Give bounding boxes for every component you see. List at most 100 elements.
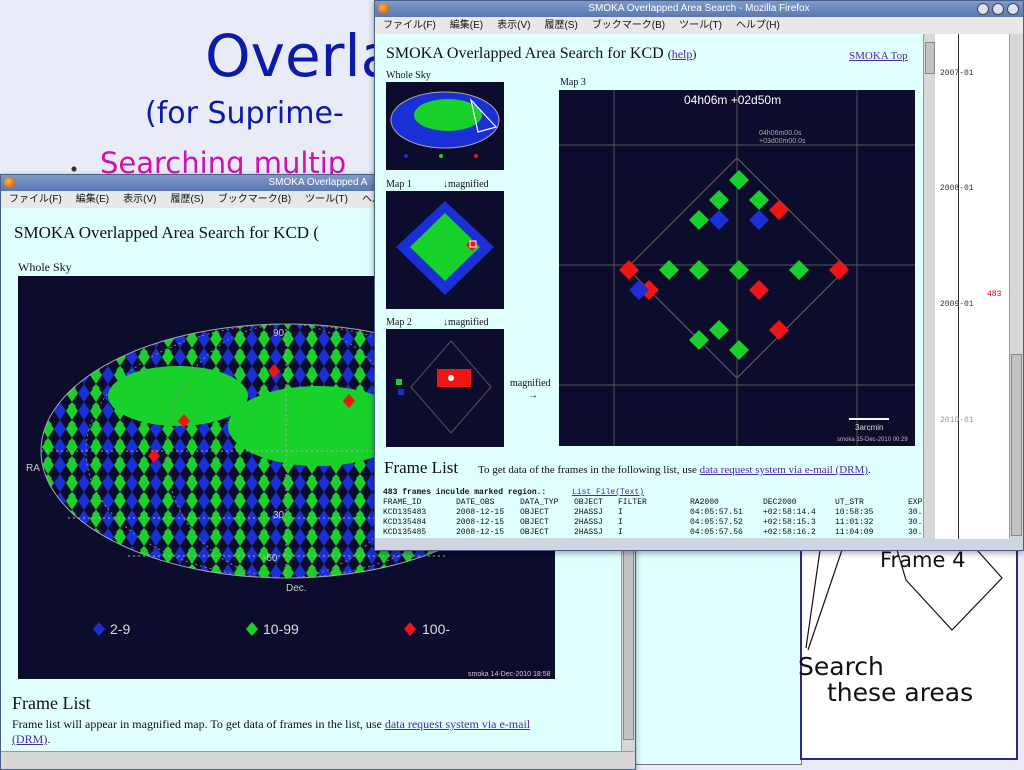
timeline-scrollbar[interactable] — [1009, 34, 1023, 538]
legend-swatch-red — [404, 622, 416, 636]
map2-panel[interactable] — [386, 329, 504, 447]
front-drm-link[interactable]: data request system via e-mail (DRM) — [700, 464, 868, 476]
table-cell: I — [618, 518, 623, 527]
column-header: OBJECT — [574, 498, 603, 507]
timeline-2010: 2010-01 — [940, 416, 974, 425]
axis-label-minus60: -60 — [263, 553, 278, 564]
minimize-icon[interactable] — [977, 3, 989, 15]
legend-100: 100- — [422, 621, 450, 637]
table-cell: 04:05:57.56 — [690, 528, 743, 537]
back-window-title: SMOKA Overlapped A — [268, 177, 368, 188]
table-row: KCD135485 2008-12-15 OBJECT 2HASSJ I 04:05:57… — [383, 528, 923, 538]
table-cell: 04:05:57.51 — [690, 508, 743, 517]
menu-edit[interactable]: 編集(E) — [76, 191, 109, 208]
table-cell: 2008-12-15 — [456, 528, 505, 537]
table-cell: 2008-12-15 — [456, 508, 505, 517]
axis-label-ra: RA — [26, 463, 40, 474]
column-header: RA2000 — [690, 498, 719, 507]
front-page-title-text: SMOKA Overlapped Area Search for KCD — [386, 45, 664, 62]
front-browser-window[interactable]: SMOKA Overlapped Area Search - Mozilla F… — [374, 0, 1024, 551]
smoka-top-link[interactable]: SMOKA Top — [849, 50, 908, 62]
menu-view[interactable]: 表示(V) — [123, 191, 156, 208]
table-cell: 2HASSJ — [574, 518, 603, 527]
map1-plot — [396, 201, 494, 295]
front-page-content: SMOKA Overlapped Area Search for KCD (he… — [375, 34, 923, 538]
map3-small-ra: 04h06m00.0s — [759, 130, 802, 137]
map1-panel[interactable] — [386, 191, 504, 309]
table-row: KCD135483 2008-12-15 OBJECT 2HASSJ I 04:05:57… — [383, 508, 923, 518]
map3-credit: smoka 15-Dec-2010 00:29 — [837, 437, 908, 443]
table-cell: 11:04:09 — [835, 528, 874, 537]
table-cell: 2HASSJ — [574, 528, 603, 537]
table-cell: I — [618, 508, 623, 517]
map3-panel[interactable]: 04h06m +02d50m 04h06m00.0s +03d00m00.0s … — [559, 90, 915, 446]
front-frame-list-text: To get data of the frames in the followi… — [478, 464, 871, 476]
map3-magnified: magnified — [510, 378, 551, 389]
help-link[interactable]: help — [672, 47, 693, 61]
scale-label: 3arcmin — [855, 423, 883, 432]
map3-plot: 04h06m +02d50m 04h06m00.0s +03d00m00.0s … — [559, 90, 915, 446]
slide-subtitle: (for Suprime- — [145, 96, 344, 131]
list-file-link[interactable]: List File(Text) — [572, 488, 644, 497]
map2-plot — [396, 340, 492, 434]
axis-label-dec: Dec. — [286, 583, 307, 594]
back-horizontal-scrollbar[interactable] — [1, 751, 634, 769]
table-cell: KCD135484 — [383, 518, 427, 527]
front-frame-list-heading: Frame List — [384, 458, 459, 477]
menu-view[interactable]: 表示(V) — [497, 17, 530, 34]
table-cell: 04:05:57.52 — [690, 518, 743, 527]
table-cell: OBJECT — [520, 518, 549, 527]
front-whole-sky-thumb[interactable] — [386, 82, 504, 170]
frame-4-label: Frame 4 — [880, 548, 966, 572]
timeline-scroll-thumb[interactable] — [1011, 354, 1022, 536]
column-header: FILTER — [618, 498, 647, 507]
back-frame-list-heading: Frame List — [12, 693, 91, 713]
table-cell: +02:58:14.4 — [763, 508, 816, 517]
menu-tools[interactable]: ツール(T) — [679, 17, 722, 34]
table-cell: 2008-12-15 — [456, 518, 505, 527]
menu-bookmarks[interactable]: ブックマーク(B) — [218, 191, 291, 208]
table-cell: KCD135483 — [383, 508, 427, 517]
column-header: FRAME_ID — [383, 498, 422, 507]
maximize-icon[interactable] — [992, 3, 1004, 15]
front-window-titlebar[interactable]: SMOKA Overlapped Area Search - Mozilla F… — [375, 1, 1023, 17]
front-frame-list-desc: To get data of the frames in the followi… — [478, 464, 700, 476]
menu-file[interactable]: ファイル(F) — [383, 17, 436, 34]
table-cell: 30. — [908, 528, 923, 537]
legend-10-99: 10-99 — [263, 621, 299, 637]
close-icon[interactable] — [1007, 3, 1019, 15]
front-menubar: ファイル(F) 編集(E) 表示(V) 履歴(S) ブックマーク(B) ツール(… — [375, 17, 1023, 34]
table-cell: +02:58:16.2 — [763, 528, 816, 537]
map1-magnified: ↓magnified — [443, 179, 489, 190]
column-header: UT_STR — [835, 498, 864, 507]
menu-history[interactable]: 履歴(S) — [544, 17, 577, 34]
table-cell: +02:58:15.3 — [763, 518, 816, 527]
whole-sky-label: Whole Sky — [18, 260, 72, 274]
axis-label-90: 90 — [273, 328, 285, 339]
frame-table-header: FRAME_ID DATE_OBS DATA_TYP OBJECT FILTER RA20… — [383, 498, 923, 508]
table-row: KCD135484 2008-12-15 OBJECT 2HASSJ I 04:05:57… — [383, 518, 923, 528]
column-header: EXP — [908, 498, 923, 507]
map3-label: Map 3 — [560, 77, 586, 88]
search-label: Search — [798, 652, 884, 681]
frame-table: FRAME_ID DATE_OBS DATA_TYP OBJECT FILTER RA20… — [383, 498, 923, 538]
menu-edit[interactable]: 編集(E) — [450, 17, 483, 34]
back-drm-link[interactable]: data request system via e-mail — [385, 717, 530, 731]
menu-history[interactable]: 履歴(S) — [170, 191, 203, 208]
timeline-2008: 2008-01 — [940, 184, 974, 193]
table-cell: OBJECT — [520, 528, 549, 537]
menu-file[interactable]: ファイル(F) — [9, 191, 62, 208]
legend-swatch-blue — [93, 622, 105, 636]
front-scroll-thumb[interactable] — [925, 42, 935, 74]
table-cell: 2HASSJ — [574, 508, 603, 517]
front-window-title: SMOKA Overlapped Area Search - Mozilla F… — [588, 3, 810, 14]
back-page-title: SMOKA Overlapped Area Search for KCD ( — [14, 223, 319, 242]
menu-help[interactable]: ヘルプ(H) — [736, 17, 780, 34]
whole-sky-thumb-plot — [390, 91, 500, 158]
menu-bookmarks[interactable]: ブックマーク(B) — [592, 17, 665, 34]
menu-tools[interactable]: ツール(T) — [305, 191, 348, 208]
back-drm-link-2[interactable]: (DRM) — [12, 732, 47, 746]
timeline-2007: 2007-01 — [940, 69, 974, 78]
timeline-count: 483 — [987, 290, 1002, 299]
frames-count: 483 frames inculde marked region.: — [383, 488, 547, 497]
